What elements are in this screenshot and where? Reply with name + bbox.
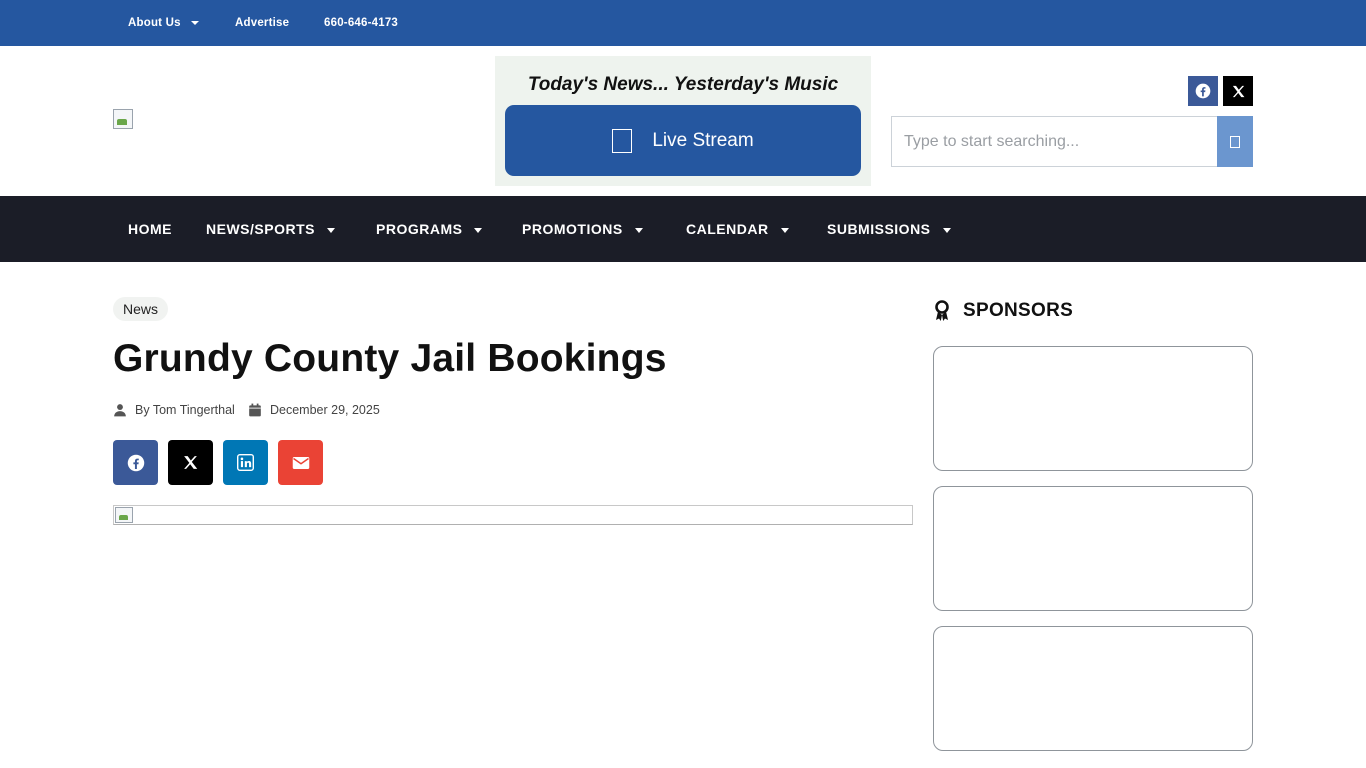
article-author[interactable]: By Tom Tingerthal xyxy=(113,402,235,418)
user-icon xyxy=(114,404,126,417)
nav-item-label: CALENDAR xyxy=(686,221,769,237)
x-icon xyxy=(1232,85,1244,97)
chevron-down-icon xyxy=(474,227,483,233)
main-nav: HOME NEWS/SPORTS PROGRAMS PROMOTIONS CAL… xyxy=(0,196,1366,262)
facebook-icon xyxy=(1195,83,1211,99)
category-badge[interactable]: News xyxy=(113,297,169,321)
nav-item-programs[interactable]: PROGRAMS xyxy=(376,196,483,262)
tagline: Today's News... Yesterday's Music xyxy=(527,74,839,95)
x-icon xyxy=(184,456,198,469)
live-stream-label: Live Stream xyxy=(652,129,754,151)
topbar-about-us-label: About Us xyxy=(128,17,181,29)
chevron-down-icon xyxy=(780,227,789,233)
award-ribbon-icon xyxy=(935,300,949,321)
play-placeholder-icon xyxy=(612,128,633,153)
share-facebook-button[interactable] xyxy=(113,440,158,485)
nav-item-label: HOME xyxy=(128,221,172,237)
sponsors-heading: SPONSORS xyxy=(933,299,1073,323)
chevron-down-icon xyxy=(326,227,335,233)
topbar-advertise[interactable]: Advertise xyxy=(235,0,289,46)
search-input[interactable] xyxy=(891,116,1217,167)
sponsor-card[interactable] xyxy=(933,486,1253,611)
nav-item-submissions[interactable]: SUBMISSIONS xyxy=(827,196,951,262)
promo-panel: Today's News... Yesterday's Music Live S… xyxy=(495,56,871,186)
share-x-button[interactable] xyxy=(168,440,213,485)
nav-item-news-sports[interactable]: NEWS/SPORTS xyxy=(206,196,335,262)
topbar-phone[interactable]: 660-646-4173 xyxy=(324,0,398,46)
article-date: December 29, 2025 xyxy=(248,402,380,418)
sponsor-card[interactable] xyxy=(933,346,1253,471)
header-x-link[interactable] xyxy=(1223,76,1253,106)
share-linkedin-button[interactable] xyxy=(223,440,268,485)
share-email-button[interactable] xyxy=(278,440,323,485)
chevron-down-icon xyxy=(634,227,643,233)
top-bar: About Us Advertise 660-646-4173 xyxy=(0,0,1366,46)
sponsors-heading-label: SPONSORS xyxy=(963,300,1074,321)
chevron-down-icon xyxy=(942,227,951,233)
chevron-down-icon xyxy=(190,20,199,25)
nav-item-home[interactable]: HOME xyxy=(128,196,172,262)
facebook-icon xyxy=(127,454,144,471)
nav-item-calendar[interactable]: CALENDAR xyxy=(686,196,789,262)
search-button[interactable] xyxy=(1217,116,1253,167)
nav-item-label: PROMOTIONS xyxy=(522,221,623,237)
header-facebook-link[interactable] xyxy=(1188,76,1218,106)
featured-image xyxy=(113,505,913,525)
publish-date: December 29, 2025 xyxy=(270,403,380,417)
nav-item-label: SUBMISSIONS xyxy=(827,221,931,237)
nav-item-label: NEWS/SPORTS xyxy=(206,221,315,237)
envelope-icon xyxy=(292,456,309,469)
topbar-about-us[interactable]: About Us xyxy=(128,0,199,46)
sponsor-card[interactable] xyxy=(933,626,1253,751)
author-name: By Tom Tingerthal xyxy=(135,403,235,417)
live-stream-button[interactable]: Live Stream xyxy=(505,105,861,176)
nav-item-promotions[interactable]: PROMOTIONS xyxy=(522,196,643,262)
linkedin-icon xyxy=(237,454,254,471)
calendar-icon xyxy=(249,403,261,417)
broken-image-icon xyxy=(115,507,133,523)
search-icon xyxy=(1230,135,1240,148)
nav-item-label: PROGRAMS xyxy=(376,221,463,237)
site-logo-broken-image-icon[interactable] xyxy=(113,109,133,129)
article-title: Grundy County Jail Bookings xyxy=(113,337,667,380)
